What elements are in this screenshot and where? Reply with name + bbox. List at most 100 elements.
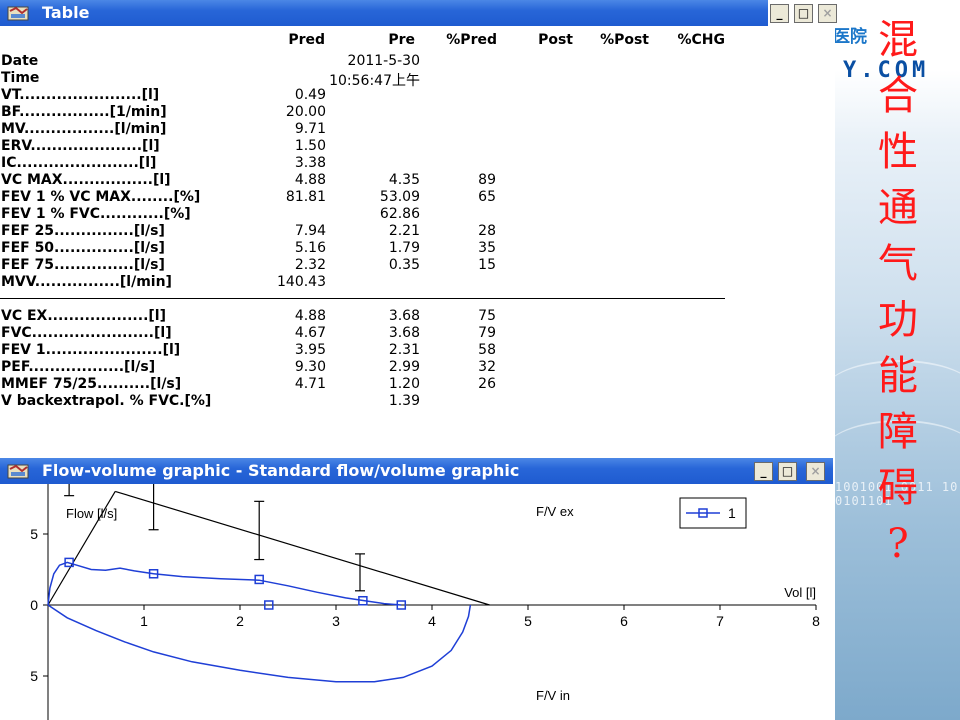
x-tick-label: 2: [236, 613, 244, 629]
column-header-pct-post: %Post: [600, 32, 649, 48]
pred-value: 4.71: [294, 376, 326, 392]
annotation-fv-ex: F/V ex: [536, 504, 574, 519]
pred-value: 2.32: [294, 257, 326, 273]
table-row: VT.......................[l] 0.49: [0, 87, 760, 104]
pct-pred-value: 79: [478, 325, 496, 341]
table-row: FEF 75...............[l/s] 2.32 0.35 15: [0, 257, 760, 274]
parameter-label: IC.......................[l]: [1, 155, 157, 171]
table-row: FEF 50...............[l/s] 5.16 1.79 35: [0, 240, 760, 257]
pct-pred-value: 32: [478, 359, 496, 375]
error-bar: [254, 500, 265, 561]
x-tick-label: 8: [812, 613, 820, 629]
pct-pred-value: 75: [478, 308, 496, 324]
graph-window-title: Flow-volume graphic - Standard flow/volu…: [42, 461, 520, 480]
error-bar: [355, 553, 365, 592]
y-axis-label: Flow [l/s]: [66, 506, 117, 521]
pred-value: 7.94: [294, 223, 326, 239]
pred-value: 81.81: [285, 189, 326, 205]
parameter-label: Date: [1, 53, 39, 69]
parameter-label: FEV 1 % VC MAX........[%]: [1, 189, 201, 205]
pred-value: 4.67: [294, 325, 326, 341]
graph-window-titlebar[interactable]: Flow-volume graphic - Standard flow/volu…: [0, 458, 833, 484]
column-header-pre: Pre: [388, 32, 415, 48]
pct-pred-value: 28: [478, 223, 496, 239]
caption-char: 性: [878, 129, 918, 175]
pre-value: 2011-5-30: [347, 53, 420, 69]
minimize-button[interactable]: _: [770, 4, 789, 23]
vertical-caption: 混 合 性 通 气 功 能 障 碍 ?: [858, 12, 938, 572]
caption-char: 通: [878, 185, 918, 231]
pre-value: 3.68: [388, 325, 420, 341]
table-window-titlebar[interactable]: Table: [0, 0, 768, 26]
parameter-label: FEF 75...............[l/s]: [1, 257, 165, 273]
caption-char: ?: [887, 521, 909, 567]
parameter-label: ERV.....................[l]: [1, 138, 160, 154]
x-tick-label: 6: [620, 613, 628, 629]
column-header-post: Post: [538, 32, 573, 48]
table-row: MV.................[l/min] 9.71: [0, 121, 760, 138]
error-bar: [64, 484, 75, 497]
pre-value: 2.31: [388, 342, 420, 358]
close-button[interactable]: ×: [818, 4, 837, 23]
pct-pred-value: 26: [478, 376, 496, 392]
table-row: Date 2011-5-30: [0, 53, 760, 70]
x-tick-label: 4: [428, 613, 436, 629]
caption-char: 气: [878, 241, 918, 287]
table-window: Table _ □ × Pred Pre %Pred Post %Post %C…: [0, 0, 837, 456]
caption-char: 障: [878, 409, 918, 455]
caption-char: 碍: [878, 465, 918, 511]
column-header-pred: Pred: [288, 32, 325, 48]
table-row: BF.................[1/min] 20.00: [0, 104, 760, 121]
close-button[interactable]: ×: [806, 462, 825, 481]
table-window-title: Table: [42, 3, 90, 22]
pred-value: 4.88: [294, 308, 326, 324]
pre-value: 2.21: [388, 223, 420, 239]
column-header-pct-chg: %CHG: [677, 32, 725, 48]
parameter-label: FEV 1 % FVC............[%]: [1, 206, 191, 222]
pred-value: 20.00: [285, 104, 326, 120]
pred-value: 4.88: [294, 172, 326, 188]
error-bar: [148, 484, 159, 531]
pre-value: 4.35: [388, 172, 420, 188]
pct-pred-value: 89: [478, 172, 496, 188]
parameter-label: MMEF 75/25..........[l/s]: [1, 376, 182, 392]
table-row: FEF 25...............[l/s] 7.94 2.21 28: [0, 223, 760, 240]
caption-char: 合: [878, 73, 918, 119]
parameter-label: VC MAX.................[l]: [1, 172, 171, 188]
x-tick-label: 5: [524, 613, 532, 629]
parameter-label: FEF 25...............[l/s]: [1, 223, 165, 239]
x-axis-label: Vol [l]: [784, 585, 816, 600]
pct-pred-value: 65: [478, 189, 496, 205]
y-tick-label: 5: [30, 668, 38, 684]
parameter-label: VC EX...................[l]: [1, 308, 166, 324]
parameter-label: FEV 1......................[l]: [1, 342, 181, 358]
flow-volume-chart: 1 2 3 4 5 6 7 8 5 0 5 Flow [l/s] Vol [l] F/V ex F/V in…: [30, 484, 820, 720]
pred-value: 3.95: [294, 342, 326, 358]
pred-value: 0.49: [294, 87, 326, 103]
table-row: PEF..................[l/s] 9.30 2.99 32: [0, 359, 760, 376]
maximize-button[interactable]: □: [794, 4, 813, 23]
maximize-button[interactable]: □: [778, 462, 797, 481]
pct-pred-value: 58: [478, 342, 496, 358]
pred-value: 9.30: [294, 359, 326, 375]
legend-label: 1: [728, 505, 736, 521]
table-row: Time 10:56:47上午: [0, 70, 760, 89]
table-row: ERV.....................[l] 1.50: [0, 138, 760, 155]
parameter-label: Time: [1, 70, 40, 86]
series-line-inspiratory: [47, 604, 472, 683]
table-row: FVC.......................[l] 4.67 3.68 79: [0, 325, 760, 342]
table-row: MMEF 75/25..........[l/s] 4.71 1.20 26: [0, 376, 760, 393]
pre-value: 3.68: [388, 308, 420, 324]
caption-char: 混: [878, 17, 918, 63]
predicted-line: [115, 490, 490, 606]
pre-value: 1.39: [388, 393, 420, 409]
table-row: VC EX...................[l] 4.88 3.68 75: [0, 308, 760, 325]
pct-pred-value: 15: [478, 257, 496, 273]
column-header-pct-pred: %Pred: [446, 32, 497, 48]
pct-pred-value: 35: [478, 240, 496, 256]
app-icon: [7, 6, 29, 21]
series-line-expiratory: [47, 561, 402, 606]
minimize-button[interactable]: _: [754, 462, 773, 481]
annotation-fv-in: F/V in: [536, 688, 570, 703]
app-icon: [7, 464, 29, 479]
